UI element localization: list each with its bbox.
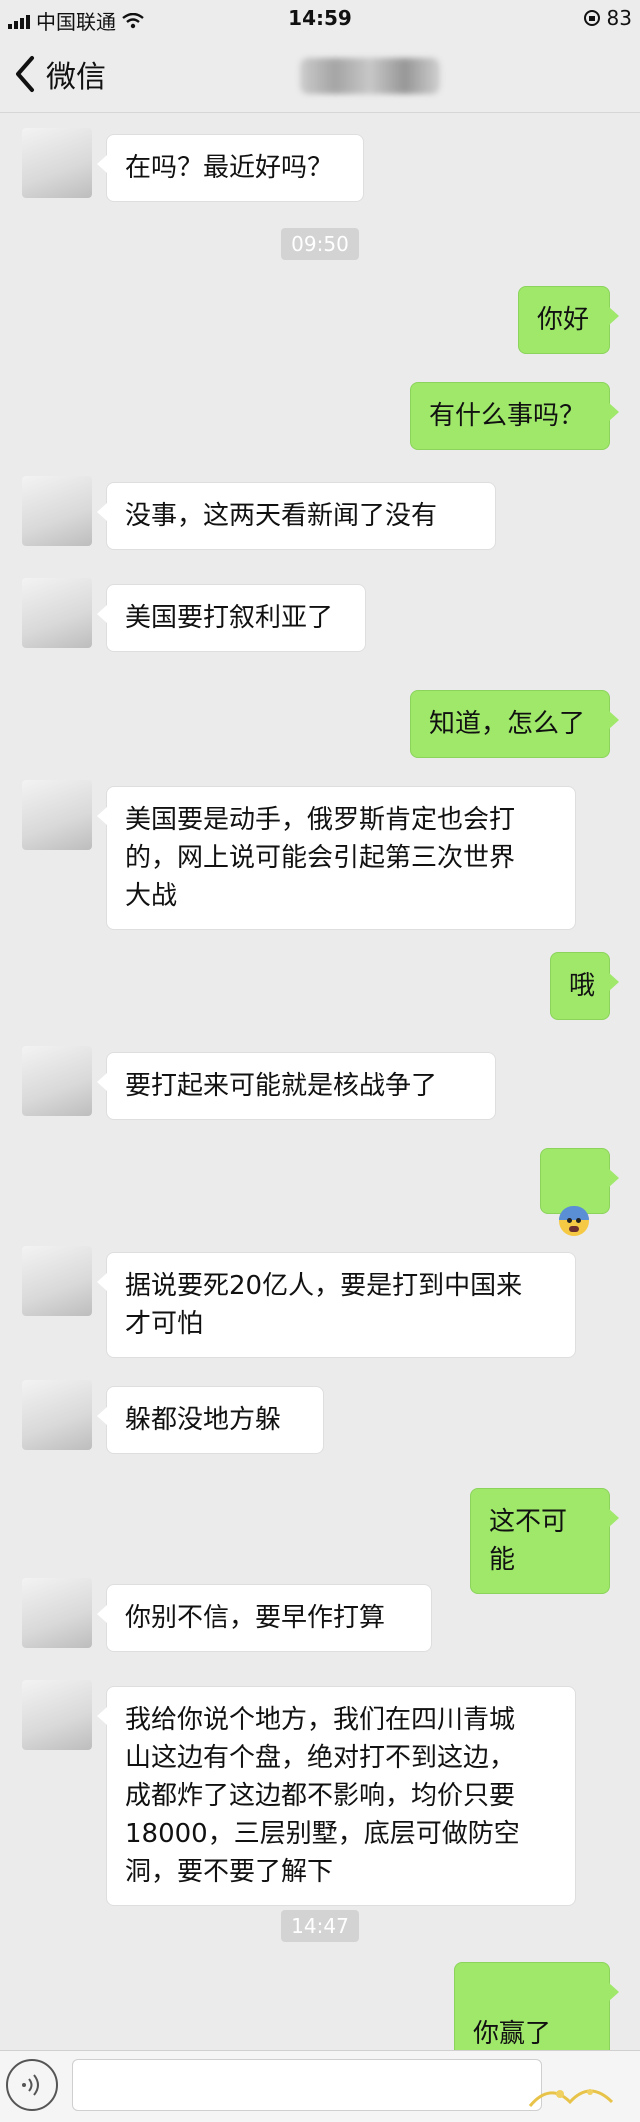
message-bubble[interactable]: 在吗？最近好吗？ — [97, 134, 364, 202]
back-button[interactable]: 微信 — [12, 52, 106, 96]
avatar[interactable] — [22, 780, 92, 850]
message-bubble[interactable]: 美国要打叙利亚了 — [97, 584, 366, 652]
voice-input-button[interactable] — [6, 2059, 58, 2111]
avatar[interactable] — [22, 1380, 92, 1450]
avatar[interactable] — [22, 1246, 92, 1316]
chat-header: 微信 — [0, 36, 640, 113]
message-bubble[interactable]: 你好 — [518, 286, 619, 354]
avatar[interactable] — [22, 1046, 92, 1116]
status-bar: 中国联通 14:59 83 — [0, 0, 640, 36]
status-right: 83 — [583, 6, 632, 30]
timestamp: 09:50 — [0, 228, 640, 260]
message-bubble[interactable]: 哦 — [550, 952, 619, 1020]
fearful-face-icon — [559, 1205, 589, 1236]
message-bubble[interactable]: 躲都没地方躲 — [97, 1386, 324, 1454]
message-bubble[interactable]: 要打起来可能就是核战争了 — [97, 1052, 496, 1120]
avatar[interactable] — [22, 578, 92, 648]
message-bubble[interactable]: 知道，怎么了 — [410, 690, 619, 758]
orientation-lock-icon — [583, 10, 600, 26]
avatar[interactable] — [22, 476, 92, 546]
message-bubble[interactable]: 据说要死20亿人，要是打到中国来 才可怕 — [97, 1252, 576, 1358]
avatar[interactable] — [22, 128, 92, 198]
contact-name-redacted — [300, 58, 440, 94]
battery-label: 83 — [606, 6, 632, 30]
message-bubble[interactable]: 有什么事吗？ — [410, 382, 619, 450]
message-text: 你赢了 — [473, 2019, 552, 2049]
message-input[interactable] — [72, 2059, 542, 2111]
avatar[interactable] — [22, 1578, 92, 1648]
message-bubble[interactable]: 我给你说个地方，我们在四川青城 山这边有个盘，绝对打不到这边， 成都炸了这边都不… — [97, 1686, 576, 1906]
message-bubble[interactable]: 美国要是动手，俄罗斯肯定也会打 的，网上说可能会引起第三次世界 大战 — [97, 786, 576, 930]
message-bubble[interactable]: 这不可能 — [470, 1488, 619, 1594]
message-bubble[interactable]: 没事，这两天看新闻了没有 — [97, 482, 496, 550]
status-time: 14:59 — [288, 6, 352, 30]
voice-icon — [22, 2074, 39, 2096]
message-bubble[interactable]: 你别不信，要早作打算 — [97, 1584, 432, 1652]
message-bubble[interactable] — [540, 1148, 619, 1236]
avatar[interactable] — [22, 1680, 92, 1750]
timestamp: 14:47 — [0, 1910, 640, 1942]
sticker-decoration-icon — [528, 2089, 614, 2107]
chevron-left-icon — [16, 56, 34, 92]
back-label: 微信 — [46, 60, 106, 95]
